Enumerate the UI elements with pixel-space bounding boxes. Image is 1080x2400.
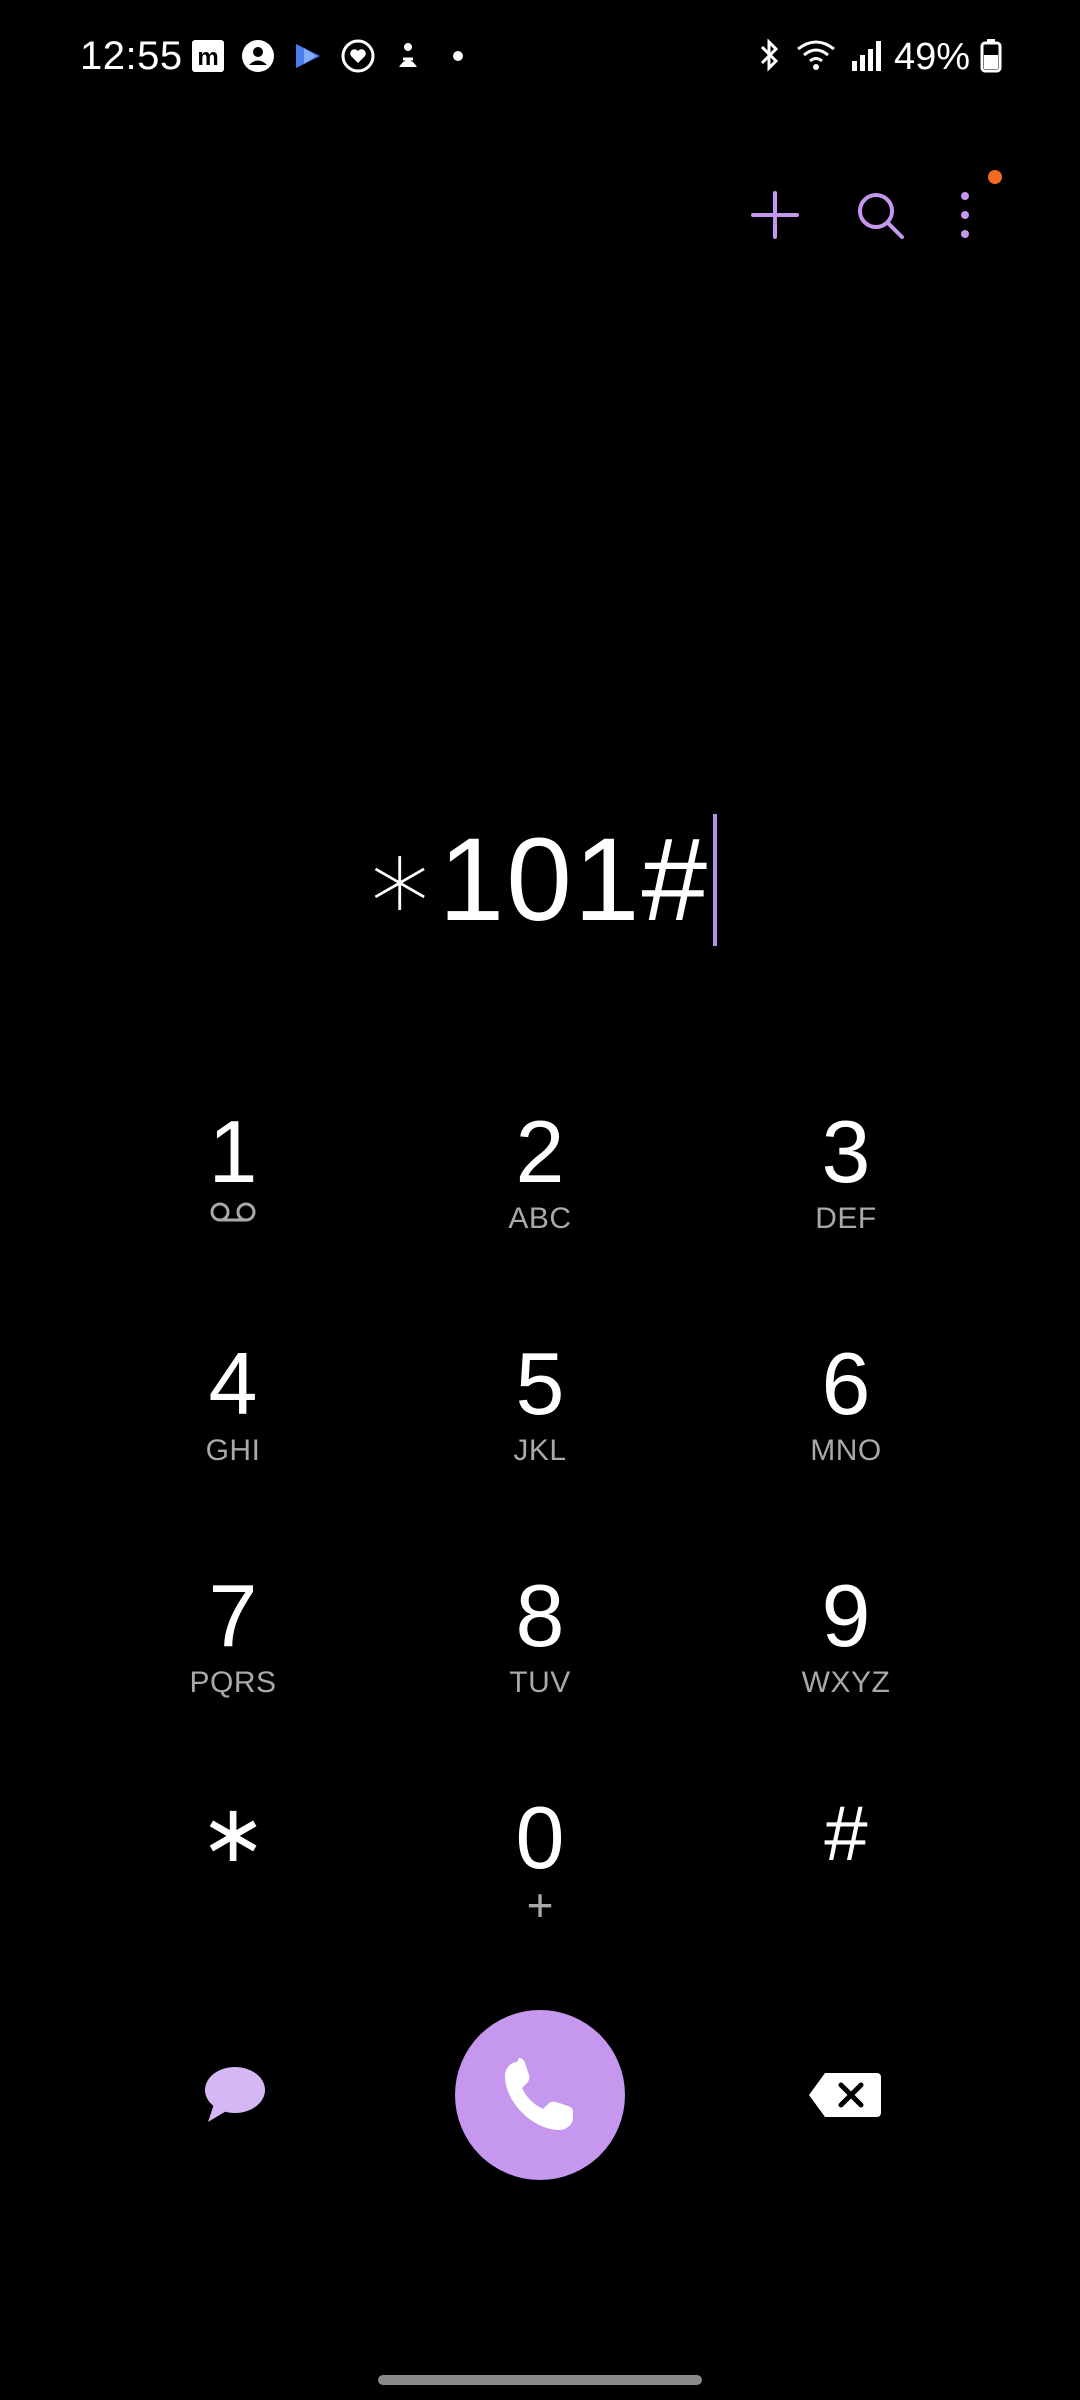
signal-icon bbox=[848, 37, 884, 78]
key-digit: 3 bbox=[821, 1102, 871, 1201]
dialer-action-bar bbox=[680, 170, 1080, 260]
key-5[interactable]: 5 JKL bbox=[430, 1312, 650, 1512]
key-digit: 5 bbox=[515, 1334, 565, 1433]
text-cursor bbox=[713, 814, 718, 946]
account-icon bbox=[240, 38, 276, 74]
voicemail-icon bbox=[210, 1202, 256, 1222]
key-letters: PQRS bbox=[189, 1666, 277, 1699]
message-icon bbox=[205, 2067, 265, 2122]
key-letters: GHI bbox=[205, 1434, 261, 1467]
number-display[interactable]: ∗101# bbox=[0, 800, 1080, 960]
key-digit: # bbox=[824, 1789, 868, 1877]
home-indicator[interactable] bbox=[378, 2375, 702, 2385]
status-icons: 49% bbox=[754, 36, 1002, 79]
key-plus: + bbox=[526, 1879, 554, 1931]
key-6[interactable]: 6 MNO bbox=[736, 1312, 956, 1512]
key-9[interactable]: 9 WXYZ bbox=[736, 1544, 956, 1744]
battery-icon bbox=[980, 37, 1002, 78]
bluetooth-icon bbox=[754, 37, 784, 78]
key-letters: JKL bbox=[513, 1434, 567, 1467]
svg-text:m: m bbox=[197, 44, 218, 71]
key-letters: MNO bbox=[810, 1434, 882, 1467]
key-letters: DEF bbox=[815, 1202, 877, 1235]
phone-icon bbox=[505, 2058, 573, 2130]
key-digit: ∗ bbox=[199, 1789, 267, 1878]
call-button[interactable] bbox=[455, 2010, 625, 2180]
notification-badge bbox=[988, 170, 1002, 184]
key-digit: 0 bbox=[515, 1788, 565, 1887]
add-contact-button[interactable] bbox=[730, 170, 820, 260]
key-digit: 4 bbox=[208, 1334, 258, 1433]
key-hash[interactable]: # bbox=[736, 1766, 956, 1966]
key-digit: 9 bbox=[821, 1566, 871, 1665]
status-bar: 12:55 m 49% bbox=[0, 0, 1080, 120]
notification-icons: m bbox=[190, 38, 476, 74]
backspace-icon bbox=[809, 2073, 881, 2117]
key-7[interactable]: 7 PQRS bbox=[123, 1544, 343, 1744]
dialer-bottom-row bbox=[0, 2010, 1080, 2180]
key-1[interactable]: 1 bbox=[123, 1080, 343, 1280]
key-digit: 7 bbox=[208, 1566, 258, 1665]
key-letters: TUV bbox=[509, 1666, 571, 1699]
key-0[interactable]: 0 + bbox=[430, 1766, 650, 1966]
key-star[interactable]: ∗ bbox=[123, 1766, 343, 1966]
more-options-icon bbox=[961, 192, 969, 238]
status-time: 12:55 bbox=[80, 34, 183, 78]
backspace-button[interactable] bbox=[800, 2055, 890, 2135]
more-notifications-dot bbox=[440, 38, 476, 74]
heart-care-icon bbox=[340, 38, 376, 74]
key-letters: ABC bbox=[508, 1202, 572, 1235]
send-message-button[interactable] bbox=[190, 2055, 280, 2135]
key-4[interactable]: 4 GHI bbox=[123, 1312, 343, 1512]
key-digit: 1 bbox=[208, 1102, 258, 1201]
wifi-icon bbox=[794, 37, 838, 78]
search-button[interactable] bbox=[835, 170, 925, 260]
key-letters: WXYZ bbox=[801, 1666, 891, 1699]
more-options-button[interactable] bbox=[930, 170, 1000, 260]
search-icon bbox=[858, 193, 904, 239]
key-digit: 2 bbox=[515, 1102, 565, 1201]
battery-percentage: 49% bbox=[893, 36, 970, 78]
key-8[interactable]: 8 TUV bbox=[430, 1544, 650, 1744]
lotus-icon bbox=[390, 38, 426, 74]
m-app-icon: m bbox=[190, 38, 226, 74]
copilot-icon bbox=[290, 38, 326, 74]
key-3[interactable]: 3 DEF bbox=[736, 1080, 956, 1280]
key-digit: 6 bbox=[821, 1334, 871, 1433]
key-2[interactable]: 2 ABC bbox=[430, 1080, 650, 1280]
plus-icon bbox=[751, 191, 799, 239]
dialed-number: ∗101# bbox=[362, 814, 710, 946]
key-digit: 8 bbox=[515, 1566, 565, 1665]
